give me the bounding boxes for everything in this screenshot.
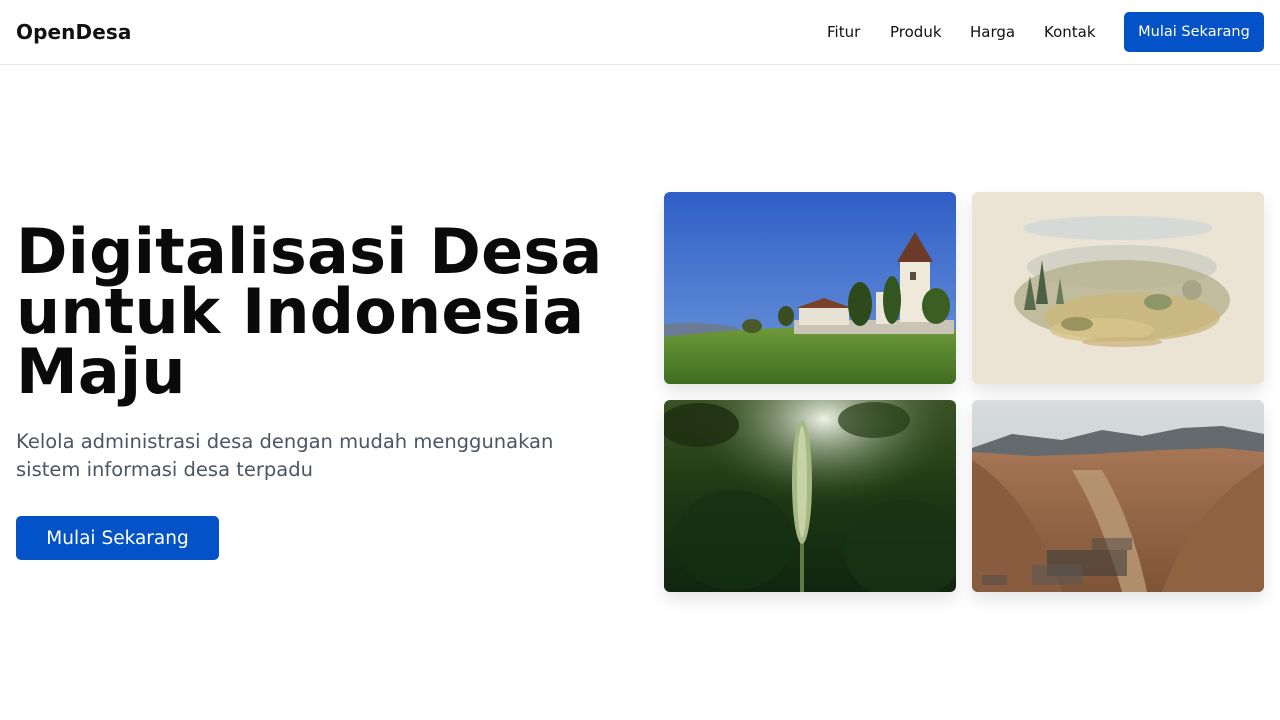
- watercolor-illustration: [972, 192, 1264, 384]
- hero-subtitle: Kelola administrasi desa dengan mudah me…: [16, 430, 554, 481]
- gallery-image-church: [664, 192, 956, 384]
- gallery-image-watercolor: [972, 192, 1264, 384]
- brand-logo[interactable]: OpenDesa: [16, 20, 132, 44]
- gallery-image-grass: [664, 400, 956, 592]
- valley-photo: [972, 400, 1264, 592]
- nav-link-kontak[interactable]: Kontak: [1044, 23, 1096, 41]
- nav-link-produk[interactable]: Produk: [890, 23, 942, 41]
- navbar: OpenDesa Fitur Produk Harga Kontak Mulai…: [0, 0, 1280, 65]
- grass-photo: [664, 400, 956, 592]
- hero-title: Digitalisasi Desa untuk Indonesia Maju: [16, 215, 603, 408]
- church-photo: [664, 192, 956, 384]
- header-cta-button[interactable]: Mulai Sekarang: [1124, 12, 1264, 52]
- gallery-image-valley: [972, 400, 1264, 592]
- nav-link-fitur[interactable]: Fitur: [827, 23, 860, 41]
- nav-link-harga[interactable]: Harga: [970, 23, 1015, 41]
- hero-cta-button[interactable]: Mulai Sekarang: [16, 516, 219, 560]
